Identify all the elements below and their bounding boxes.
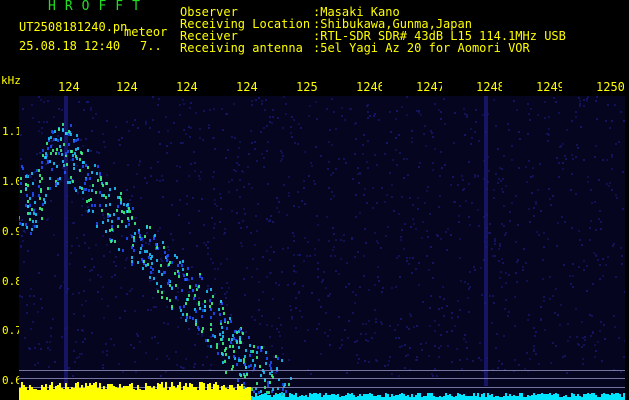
x-tick: 1246 bbox=[356, 80, 382, 94]
date-time: 25.08.18 12:40 bbox=[19, 39, 121, 53]
y-axis-unit: kHz bbox=[1, 74, 21, 87]
spectrogram-canvas bbox=[19, 96, 625, 400]
x-tick: 124 bbox=[116, 80, 138, 94]
frame-number: 7.. bbox=[140, 39, 162, 53]
meteor-label: meteor bbox=[124, 25, 168, 39]
app-title: HROFFT bbox=[48, 0, 149, 14]
x-tick: 125 bbox=[296, 80, 318, 94]
x-tick: 124 bbox=[176, 80, 198, 94]
antenna-label: Receiving antenna bbox=[180, 41, 303, 55]
x-tick: 1247 bbox=[416, 80, 442, 94]
x-tick: 1249 bbox=[536, 80, 562, 94]
x-tick: 1250 bbox=[596, 80, 625, 94]
antenna-value: :5el Yagi Az 20 for Aomori VOR bbox=[313, 41, 530, 55]
x-tick: 124 bbox=[58, 80, 80, 94]
file-name: UT2508181240.pn bbox=[19, 20, 128, 34]
x-tick: 124 bbox=[236, 80, 258, 94]
hrofft-window: HROFFT UT2508181240.pn meteor 25.08.18 1… bbox=[0, 0, 629, 400]
x-tick: 1248 bbox=[476, 80, 502, 94]
spectrogram-plot bbox=[19, 96, 625, 400]
